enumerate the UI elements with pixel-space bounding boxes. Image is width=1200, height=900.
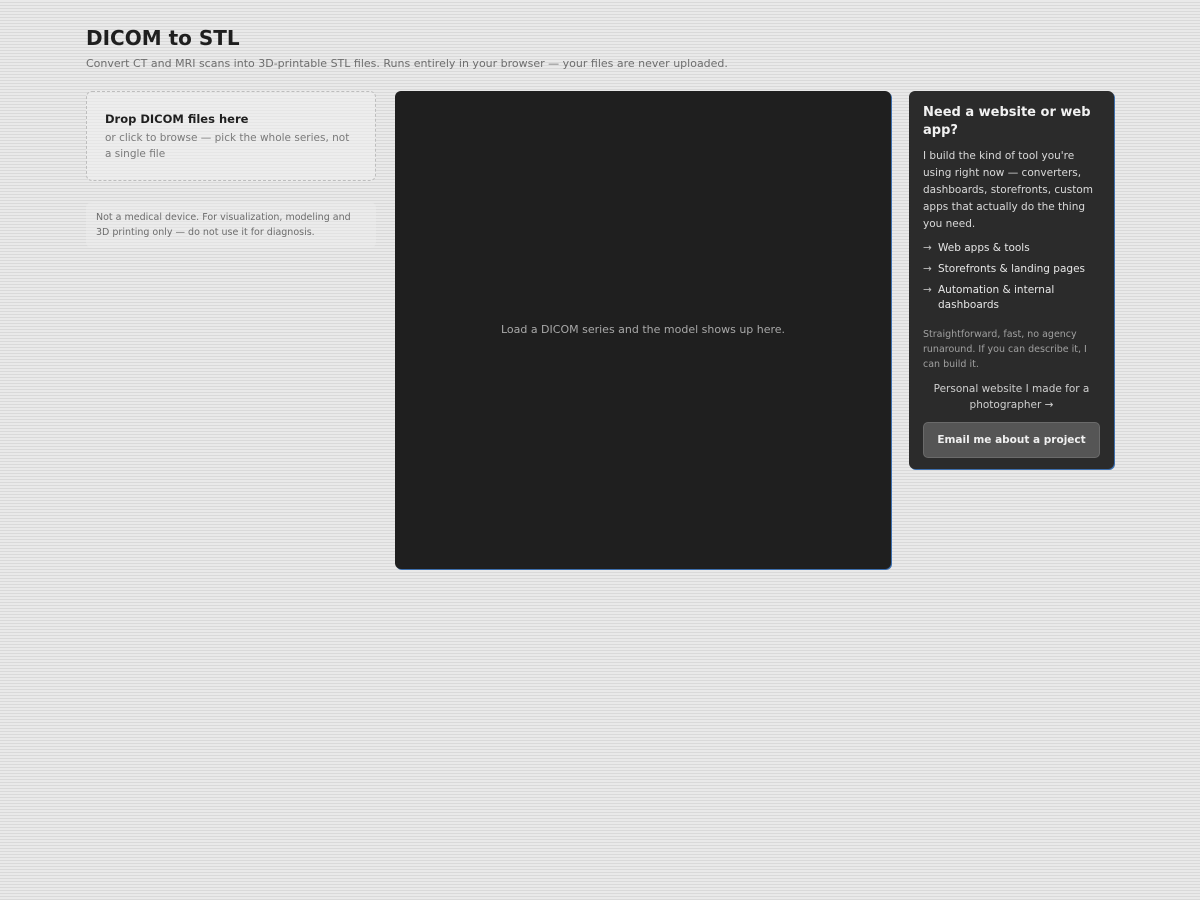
list-item: → Automation & internal dashboards bbox=[923, 283, 1100, 313]
photographer-site-link[interactable]: Personal website I made for a photograph… bbox=[923, 381, 1100, 413]
dicom-dropzone[interactable]: Drop DICOM files here or click to browse… bbox=[86, 91, 376, 181]
email-project-button[interactable]: Email me about a project bbox=[923, 422, 1100, 458]
list-item: → Web apps & tools bbox=[923, 241, 1100, 256]
left-column: Drop DICOM files here or click to browse… bbox=[86, 91, 376, 248]
list-item-label: Storefronts & landing pages bbox=[938, 263, 1086, 275]
promo-list: → Web apps & tools → Storefronts & landi… bbox=[923, 241, 1100, 313]
main-area: Drop DICOM files here or click to browse… bbox=[86, 91, 1116, 571]
promo-title: Need a website or web app? bbox=[923, 105, 1091, 138]
viewer-placeholder: Load a DICOM series and the model shows … bbox=[500, 323, 786, 336]
arrow-right-icon: → bbox=[923, 284, 932, 296]
medical-disclaimer: Not a medical device. For visualization,… bbox=[86, 202, 376, 248]
page: DICOM to STL Convert CT and MRI scans in… bbox=[86, 24, 1116, 569]
page-title: DICOM to STL bbox=[86, 26, 240, 50]
dropzone-title: Drop DICOM files here bbox=[105, 112, 249, 126]
promo-text: I build the kind of tool you're using ri… bbox=[923, 150, 1094, 230]
model-viewer[interactable]: Load a DICOM series and the model shows … bbox=[395, 91, 891, 569]
list-item: → Storefronts & landing pages bbox=[923, 262, 1100, 277]
list-item-label: Automation & internal dashboards bbox=[938, 284, 1055, 311]
promo-card: Need a website or web app? I build the k… bbox=[909, 91, 1114, 469]
promo-note: Straightforward, fast, no agency runarou… bbox=[923, 329, 1087, 370]
dropzone-hint: or click to browse — pick the whole seri… bbox=[105, 132, 350, 160]
page-subtitle: Convert CT and MRI scans into 3D-printab… bbox=[86, 57, 728, 70]
arrow-right-icon: → bbox=[923, 263, 932, 275]
list-item-label: Web apps & tools bbox=[938, 242, 1030, 254]
arrow-right-icon: → bbox=[923, 242, 932, 254]
